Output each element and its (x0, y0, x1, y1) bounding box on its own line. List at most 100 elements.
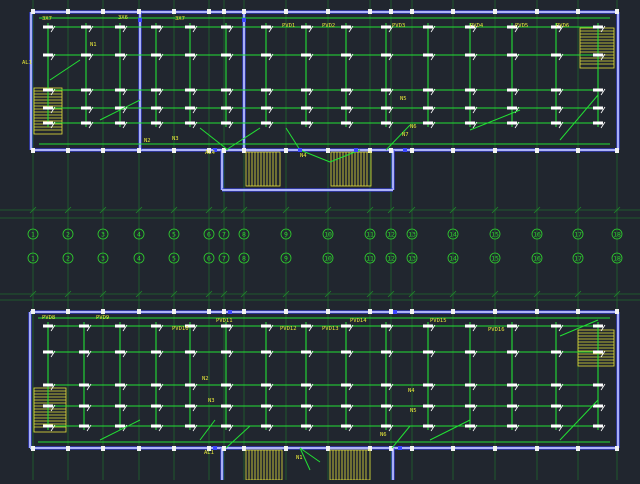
light-fixture (551, 404, 561, 408)
stair (245, 151, 281, 187)
axis-label: 3 (101, 255, 105, 263)
light-fixture (261, 53, 271, 57)
column (284, 446, 288, 451)
column (31, 309, 35, 314)
light-fixture (465, 88, 475, 92)
circuit-label: N1 (90, 42, 97, 48)
light-fixture (381, 350, 391, 354)
light-fixture (341, 383, 351, 387)
light-fixture (185, 404, 195, 408)
column (172, 446, 176, 451)
light-fixture (261, 121, 271, 125)
circuit-label: AL4 (205, 150, 216, 156)
axis-label: 6 (207, 231, 211, 239)
circuit-label: PVD6 (556, 23, 569, 29)
light-fixture (423, 53, 433, 57)
column (493, 446, 497, 451)
light-fixture (301, 88, 311, 92)
light-fixture (221, 25, 231, 29)
light-fixture (185, 383, 195, 387)
light-fixture (185, 350, 195, 354)
column (66, 309, 70, 314)
axis-label: 17 (574, 255, 582, 263)
light-fixture (551, 324, 561, 328)
light-fixture (43, 53, 53, 57)
lower-floor-plan: PVD8 PVD9 PVD10 PVD11 PVD12 PVD13 PVD14 PVD15 PV… (28, 309, 620, 481)
circuit-label: 3X7 (42, 16, 52, 22)
light-fixture (551, 106, 561, 110)
axis-label: 4 (137, 255, 141, 263)
light-fixture (221, 404, 231, 408)
light-fixture (593, 350, 603, 354)
light-fixture (593, 88, 603, 92)
light-fixture (185, 53, 195, 57)
junction (228, 310, 232, 314)
light-fixture (507, 121, 517, 125)
column (66, 9, 70, 14)
junction (138, 18, 142, 22)
electrical-floor-plan: 3X7 3X6 3X7 PVD1 PVD2 PVD3 PVD4 PVD5 PVD6 AL1 AL4 N… (0, 0, 640, 481)
column (222, 446, 226, 451)
light-fixture (381, 121, 391, 125)
light-fixture (301, 383, 311, 387)
light-fixture (261, 88, 271, 92)
light-fixture (551, 88, 561, 92)
circuit-label: N2 (202, 376, 209, 382)
column (576, 148, 580, 153)
light-fixture (507, 106, 517, 110)
light-fixture (507, 88, 517, 92)
column (326, 309, 330, 314)
light-fixture (81, 106, 91, 110)
light-fixture (341, 121, 351, 125)
column (615, 9, 619, 14)
axis-label: 1 (31, 231, 35, 239)
column (207, 309, 211, 314)
circuit-label: AL1 (22, 60, 32, 66)
light-fixture (81, 121, 91, 125)
axis-label: 6 (207, 255, 211, 263)
axis-label: 14 (449, 255, 457, 263)
light-fixture (115, 53, 125, 57)
wire-branch (429, 419, 471, 441)
axis-label: 13 (408, 255, 416, 263)
column (615, 148, 619, 153)
cad-drawing-canvas[interactable]: 3X7 3X6 3X7 PVD1 PVD2 PVD3 PVD4 PVD5 PVD6 AL1 AL4 N… (0, 0, 640, 481)
light-fixture (43, 121, 53, 125)
column (242, 9, 246, 14)
light-fixture (593, 106, 603, 110)
light-fixture (381, 106, 391, 110)
light-fixture (43, 324, 53, 328)
column (535, 9, 539, 14)
light-fixture (507, 350, 517, 354)
light-fixture (43, 424, 53, 428)
light-fixture (221, 53, 231, 57)
light-fixture (593, 383, 603, 387)
light-fixture (507, 53, 517, 57)
light-fixture (423, 106, 433, 110)
light-fixture (551, 383, 561, 387)
column (410, 446, 414, 451)
light-fixture (465, 424, 475, 428)
axis-label: 5 (172, 255, 176, 263)
light-fixture (593, 424, 603, 428)
axis-label: 12 (387, 231, 395, 239)
wire-branch (559, 319, 599, 337)
light-fixture (81, 53, 91, 57)
axis-label: 11 (366, 231, 374, 239)
light-fixture (261, 106, 271, 110)
light-fixture (221, 121, 231, 125)
light-fixture (43, 383, 53, 387)
column (172, 9, 176, 14)
light-fixture (221, 424, 231, 428)
column (242, 148, 246, 153)
light-fixture (301, 53, 311, 57)
axis-label: 5 (172, 231, 176, 239)
light-fixture (551, 424, 561, 428)
light-fixture (151, 383, 161, 387)
light-fixture (301, 350, 311, 354)
light-fixture (593, 121, 603, 125)
light-fixture (301, 25, 311, 29)
column (615, 309, 619, 314)
column (101, 9, 105, 14)
light-fixture (507, 324, 517, 328)
